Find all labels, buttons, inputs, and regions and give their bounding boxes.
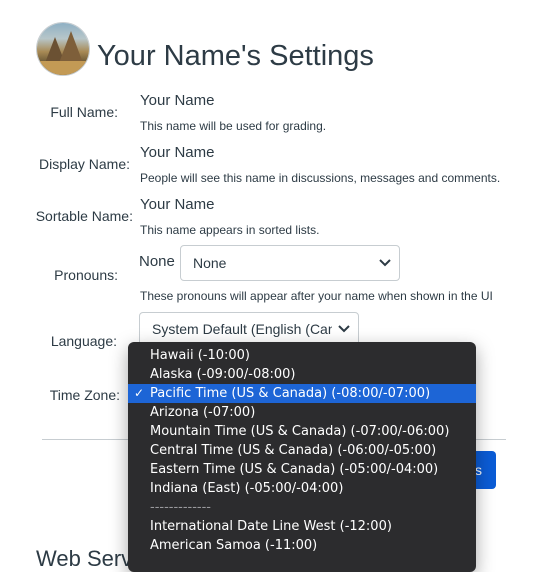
full-name-hint: This name will be used for grading. xyxy=(140,119,327,133)
avatar-mountain-right xyxy=(59,31,83,63)
display-name-hint: People will see this name in discussions… xyxy=(140,171,501,185)
pronouns-value: None xyxy=(139,253,175,270)
tz-option[interactable]: Indiana (East) (-05:00/-04:00) xyxy=(128,479,476,498)
avatar-ground xyxy=(37,61,89,75)
full-name-label: Full Name: xyxy=(50,104,118,120)
sortable-name-hint: This name appears in sorted lists. xyxy=(140,223,320,237)
tz-option[interactable]: Eastern Time (US & Canada) (-05:00/-04:0… xyxy=(128,460,476,479)
pronouns-select[interactable]: None xyxy=(180,245,400,281)
display-name-value[interactable]: Your Name xyxy=(140,144,215,161)
time-zone-dropdown[interactable]: Hawaii (-10:00) Alaska (-09:00/-08:00) ✓… xyxy=(128,342,476,572)
language-select[interactable]: System Default (English (Cana xyxy=(139,312,359,346)
tz-option-selected[interactable]: ✓ Pacific Time (US & Canada) (-08:00/-07… xyxy=(128,384,476,403)
tz-option[interactable]: Mountain Time (US & Canada) (-07:00/-06:… xyxy=(128,422,476,441)
language-selected-value: System Default (English (Cana xyxy=(152,321,332,337)
display-name-label: Display Name: xyxy=(38,156,130,172)
sortable-name-label: Sortable Name: xyxy=(35,208,133,224)
chevron-down-icon xyxy=(338,325,350,333)
checkmark-icon: ✓ xyxy=(134,386,145,400)
tz-option[interactable]: Arizona (-07:00) xyxy=(128,403,476,422)
chevron-down-icon xyxy=(379,259,391,267)
pronouns-selected-value: None xyxy=(193,255,227,271)
tz-separator: ------------- xyxy=(150,500,211,515)
tz-option[interactable]: Hawaii (-10:00) xyxy=(128,346,476,365)
tz-option[interactable]: American Samoa (-11:00) xyxy=(128,536,476,555)
page-title: Your Name's Settings xyxy=(97,40,374,72)
tz-option[interactable]: Alaska (-09:00/-08:00) xyxy=(128,365,476,384)
sortable-name-value[interactable]: Your Name xyxy=(140,196,215,213)
pronouns-hint: These pronouns will appear after your na… xyxy=(140,289,493,303)
tz-option[interactable]: International Date Line West (-12:00) xyxy=(128,517,476,536)
avatar[interactable] xyxy=(37,23,89,75)
time-zone-label: Time Zone: xyxy=(49,387,120,403)
pronouns-label: Pronouns: xyxy=(54,267,118,283)
language-label: Language: xyxy=(50,333,117,349)
web-services-heading: Web Serv xyxy=(36,546,133,571)
full-name-value[interactable]: Your Name xyxy=(140,92,215,109)
tz-option[interactable]: Central Time (US & Canada) (-06:00/-05:0… xyxy=(128,441,476,460)
